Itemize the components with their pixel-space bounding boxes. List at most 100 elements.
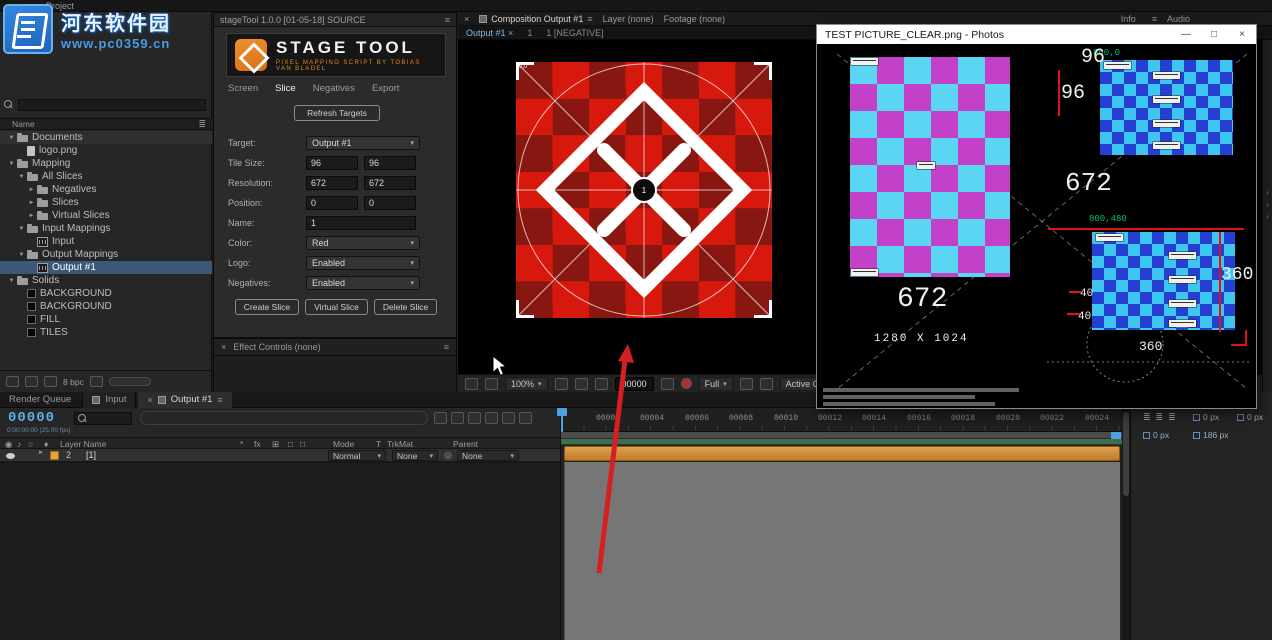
tab-render-queue[interactable]: Render Queue <box>0 392 80 408</box>
scrollbar-thumb[interactable] <box>1123 412 1129 496</box>
tab-slice[interactable]: Slice <box>275 83 296 94</box>
new-composition-icon[interactable] <box>44 376 57 387</box>
close-icon[interactable]: × <box>508 28 513 38</box>
project-columns-header[interactable]: Name ≣ <box>0 118 212 130</box>
twirl-icon[interactable]: ► <box>26 187 37 193</box>
tab-layer[interactable]: Layer (none) <box>603 14 654 24</box>
vertical-scrollbar[interactable] <box>1122 408 1130 640</box>
trkmat-column[interactable]: TrkMat <box>387 439 413 449</box>
position-x-input[interactable] <box>306 196 358 210</box>
align-list-icon[interactable]: ≣ <box>1168 412 1176 423</box>
tree-row[interactable]: BACKGROUND <box>0 300 212 313</box>
tab-output1[interactable]: ×Output #1≡ <box>138 392 231 408</box>
layer-row[interactable]: ► 2 [1] Normal▾ None▾ ◎ None▾ <box>0 449 560 462</box>
tab-input[interactable]: Input <box>82 392 136 408</box>
grid-icon[interactable] <box>575 378 588 390</box>
draft-3d-icon[interactable] <box>502 412 515 424</box>
tree-row[interactable]: ►Negatives <box>0 183 212 196</box>
twirl-icon[interactable]: ▼ <box>16 252 27 258</box>
tree-row[interactable]: ▼Solids <box>0 274 212 287</box>
twirl-icon[interactable]: ▼ <box>16 226 27 232</box>
tree-row[interactable]: ►Slices <box>0 196 212 209</box>
photos-window[interactable]: TEST PICTURE_CLEAR.png - Photos — □ × <box>817 25 1256 408</box>
align-list-icon[interactable]: ≣ <box>1143 412 1151 423</box>
delete-slice-button[interactable]: Delete Slice <box>374 299 437 315</box>
viewer-options-icon[interactable] <box>465 378 478 390</box>
tile-width-input[interactable] <box>306 156 358 170</box>
panel-menu-icon[interactable]: ≡ <box>587 14 592 24</box>
tab-negatives[interactable]: Negatives <box>313 83 355 94</box>
parent-column[interactable]: Parent <box>453 439 478 449</box>
project-search-input[interactable] <box>18 99 206 111</box>
safe-guides-icon[interactable] <box>555 378 568 390</box>
tree-row[interactable]: BACKGROUND <box>0 287 212 300</box>
target-select[interactable]: Output #1▾ <box>306 136 420 150</box>
panel-expand-icon[interactable]: › <box>1266 200 1269 209</box>
panel-close-icon[interactable]: × <box>464 14 469 24</box>
mode-column[interactable]: Mode <box>333 439 354 449</box>
mask-visibility-icon[interactable] <box>595 378 608 390</box>
color-select[interactable]: Red▾ <box>306 236 420 250</box>
close-icon[interactable]: × <box>147 395 152 405</box>
tree-row[interactable]: ▼Output Mappings <box>0 248 212 261</box>
tree-row[interactable]: logo.png <box>0 144 212 157</box>
panel-menu-icon[interactable]: ≡ <box>445 15 450 25</box>
logo-select[interactable]: Enabled▾ <box>306 256 420 270</box>
negatives-select[interactable]: Enabled▾ <box>306 276 420 290</box>
panel-grip-strip[interactable]: › › › <box>1262 40 1272 392</box>
timeline-search-input[interactable] <box>91 414 127 423</box>
transparency-grid-icon[interactable] <box>760 378 773 390</box>
view-tab-negative[interactable]: 1 [NEGATIVE] <box>546 28 603 38</box>
view-tab-1[interactable]: 1 <box>527 28 532 38</box>
twirl-icon[interactable]: ▼ <box>6 278 17 284</box>
composition-mini-flowchart-well[interactable] <box>140 411 428 425</box>
tree-row-selected[interactable]: Output #1 <box>0 261 212 274</box>
project-bit-depth[interactable]: 8 bpc <box>63 377 84 387</box>
tab-effect-controls[interactable]: Effect Controls (none) <box>233 342 320 352</box>
tab-audio[interactable]: Audio <box>1167 14 1190 24</box>
time-ruler[interactable]: 00002 00004 00006 00008 00010 00012 0001… <box>561 408 1123 432</box>
frame-blend-icon[interactable] <box>451 412 464 424</box>
show-channel-icon[interactable] <box>681 378 692 389</box>
camera-shutter-icon[interactable] <box>519 412 532 424</box>
project-footer-slider[interactable] <box>109 377 151 386</box>
panel-menu-icon[interactable]: ≡ <box>444 342 449 352</box>
tree-row[interactable]: ▼Mapping <box>0 157 212 170</box>
column-options-icon[interactable]: ≣ <box>198 119 206 130</box>
blend-mode-select[interactable]: Normal▾ <box>328 450 386 461</box>
snapshot-icon[interactable] <box>661 378 674 390</box>
twirl-icon[interactable]: ► <box>26 200 37 206</box>
current-time-display[interactable]: 00000 <box>8 410 55 426</box>
create-slice-button[interactable]: Create Slice <box>235 299 299 315</box>
current-frame-display[interactable]: 00000 <box>615 377 654 391</box>
panel-expand-icon[interactable]: › <box>1266 188 1269 197</box>
virtual-slice-button[interactable]: Virtual Slice <box>305 299 368 315</box>
shy-layers-icon[interactable] <box>434 412 447 424</box>
view-tab-output1[interactable]: Output #1 × <box>466 28 513 38</box>
twirl-icon[interactable]: ▼ <box>6 161 17 167</box>
layer-name[interactable]: [1] <box>86 450 96 460</box>
tree-row[interactable]: ►Virtual Slices <box>0 209 212 222</box>
photos-title-bar[interactable]: TEST PICTURE_CLEAR.png - Photos — □ × <box>817 25 1256 44</box>
tab-screen[interactable]: Screen <box>228 83 258 94</box>
work-area-bar[interactable] <box>561 432 1123 439</box>
resolution-select[interactable]: Full▾ <box>699 377 733 391</box>
delete-icon[interactable] <box>90 376 103 387</box>
layer-twirl-icon[interactable]: ► <box>38 450 44 456</box>
tree-row[interactable]: ▼Documents <box>0 131 212 144</box>
parent-pickwhip-icon[interactable]: ◎ <box>444 450 452 461</box>
trkmat-select[interactable]: None▾ <box>392 450 438 461</box>
tab-composition[interactable]: Composition Output #1≡ <box>479 14 592 24</box>
layer-color-label[interactable] <box>50 451 59 460</box>
panel-menu-icon[interactable]: ≡ <box>1152 14 1157 24</box>
twirl-icon[interactable]: ▼ <box>16 174 27 180</box>
tree-row[interactable]: Input <box>0 235 212 248</box>
tree-row[interactable]: FILL <box>0 313 212 326</box>
t-column[interactable]: T <box>376 439 381 449</box>
interpret-footage-icon[interactable] <box>6 376 19 387</box>
tab-info[interactable]: Info <box>1121 14 1136 24</box>
work-area-end-handle[interactable] <box>1111 432 1121 439</box>
current-time-indicator[interactable] <box>561 408 563 432</box>
name-input[interactable] <box>306 216 416 230</box>
tile-height-input[interactable] <box>364 156 416 170</box>
